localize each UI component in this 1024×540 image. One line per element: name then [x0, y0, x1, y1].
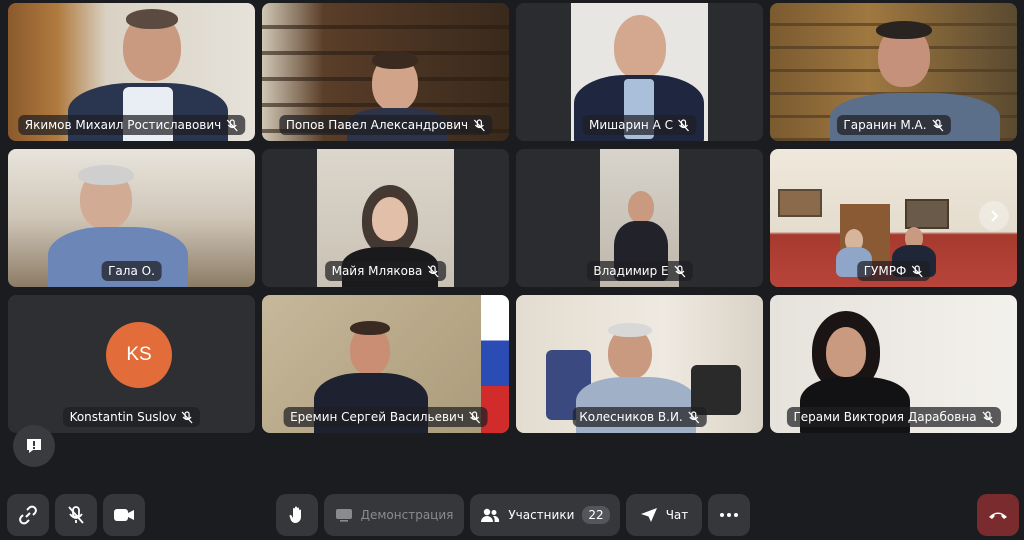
video-tile[interactable]: Колесников В.И. [516, 295, 763, 433]
participant-name-tag: Попов Павел Александрович [278, 115, 493, 135]
wall-picture [905, 199, 949, 229]
video-tile[interactable]: ГУМРФ [770, 149, 1017, 287]
avatar-initials: KS [126, 344, 152, 365]
send-icon [640, 508, 657, 522]
report-button[interactable] [13, 425, 55, 467]
participant-name-tag: Гаранин М.А. [836, 115, 951, 135]
alert-icon [27, 439, 41, 453]
participant-name: Мишарин А С [589, 118, 673, 132]
screen-share-button[interactable]: Демонстрация [324, 494, 464, 536]
mic-off-icon [674, 264, 686, 277]
participants-button[interactable]: Участники 22 [470, 494, 620, 536]
participant-name: Гала О. [108, 264, 155, 278]
participant-name-tag: ГУМРФ [856, 261, 931, 281]
next-page-button[interactable] [979, 201, 1009, 231]
video-tile[interactable]: Гаранин М.А. [770, 3, 1017, 141]
hand-icon [289, 506, 301, 523]
more-options-button[interactable] [708, 494, 750, 536]
participant-name: Попов Павел Александрович [285, 118, 469, 132]
screen-share-icon [335, 509, 352, 522]
mic-off-icon [932, 118, 944, 131]
video-tile[interactable]: Попов Павел Александрович [262, 3, 509, 141]
more-icon [720, 513, 738, 517]
mic-off-icon [68, 506, 84, 524]
chevron-right-icon [991, 210, 999, 222]
participant-name: Якимов Михаил Ростиславович [24, 118, 222, 132]
participant-name: Konstantin Suslov [69, 410, 177, 424]
mic-off-icon [911, 264, 923, 277]
video-tile[interactable]: Владимир Е [516, 149, 763, 287]
video-tile[interactable]: KS Konstantin Suslov [8, 295, 255, 433]
participant-name: Владимир Е [593, 264, 669, 278]
people-icon [481, 508, 500, 522]
mic-off-icon [181, 410, 193, 423]
participant-name-tag: Герами Виктория Дарабовна [786, 407, 1001, 427]
copy-link-button[interactable] [7, 494, 49, 536]
video-tile[interactable]: Якимов Михаил Ростиславович [8, 3, 255, 141]
video-tile[interactable]: Майя Млякова [262, 149, 509, 287]
participants-label: Участники [508, 508, 575, 522]
avatar: KS [106, 322, 172, 388]
participant-name: Герами Виктория Дарабовна [793, 410, 977, 424]
participant-name-tag: Гала О. [101, 261, 162, 281]
participant-name: Гаранин М.А. [843, 118, 927, 132]
wall-picture [778, 189, 822, 217]
mic-off-icon [226, 118, 238, 131]
mic-off-icon [982, 410, 994, 423]
mic-off-icon [473, 118, 485, 131]
participant-name: Еремин Сергей Васильевич [290, 410, 464, 424]
participant-name-tag: Владимир Е [586, 261, 693, 281]
link-icon [19, 505, 37, 525]
video-tile[interactable]: Герами Виктория Дарабовна [770, 295, 1017, 433]
camera-icon [114, 509, 134, 521]
participant-name-tag: Колесников В.И. [572, 407, 707, 427]
mic-off-icon [688, 410, 700, 423]
participant-name-tag: Майя Млякова [324, 261, 447, 281]
participant-name-tag: Konstantin Suslov [62, 407, 201, 427]
hang-up-icon [989, 512, 1007, 519]
chat-label: Чат [665, 508, 689, 522]
participant-name-tag: Мишарин А С [582, 115, 697, 135]
participant-name: Майя Млякова [331, 264, 423, 278]
leave-call-button[interactable] [977, 494, 1019, 536]
camera-button[interactable] [103, 494, 145, 536]
participant-name: ГУМРФ [863, 264, 907, 278]
mic-off-icon [469, 410, 481, 423]
video-tile[interactable]: Мишарин А С [516, 3, 763, 141]
screen-share-label: Демонстрация [360, 508, 454, 522]
mic-off-icon [678, 118, 690, 131]
participants-count-badge: 22 [582, 506, 610, 524]
participant-name: Колесников В.И. [579, 410, 683, 424]
video-grid: Якимов Михаил Ростиславович Попов Павел … [0, 0, 1024, 440]
video-tile[interactable]: Гала О. [8, 149, 255, 287]
raise-hand-button[interactable] [276, 494, 318, 536]
mute-button[interactable] [55, 494, 97, 536]
participant-name-tag: Еремин Сергей Васильевич [283, 407, 488, 427]
video-tile[interactable]: Еремин Сергей Васильевич [262, 295, 509, 433]
chat-button[interactable]: Чат [626, 494, 702, 536]
participant-name-tag: Якимов Михаил Ростиславович [17, 115, 246, 135]
mic-off-icon [427, 264, 439, 277]
